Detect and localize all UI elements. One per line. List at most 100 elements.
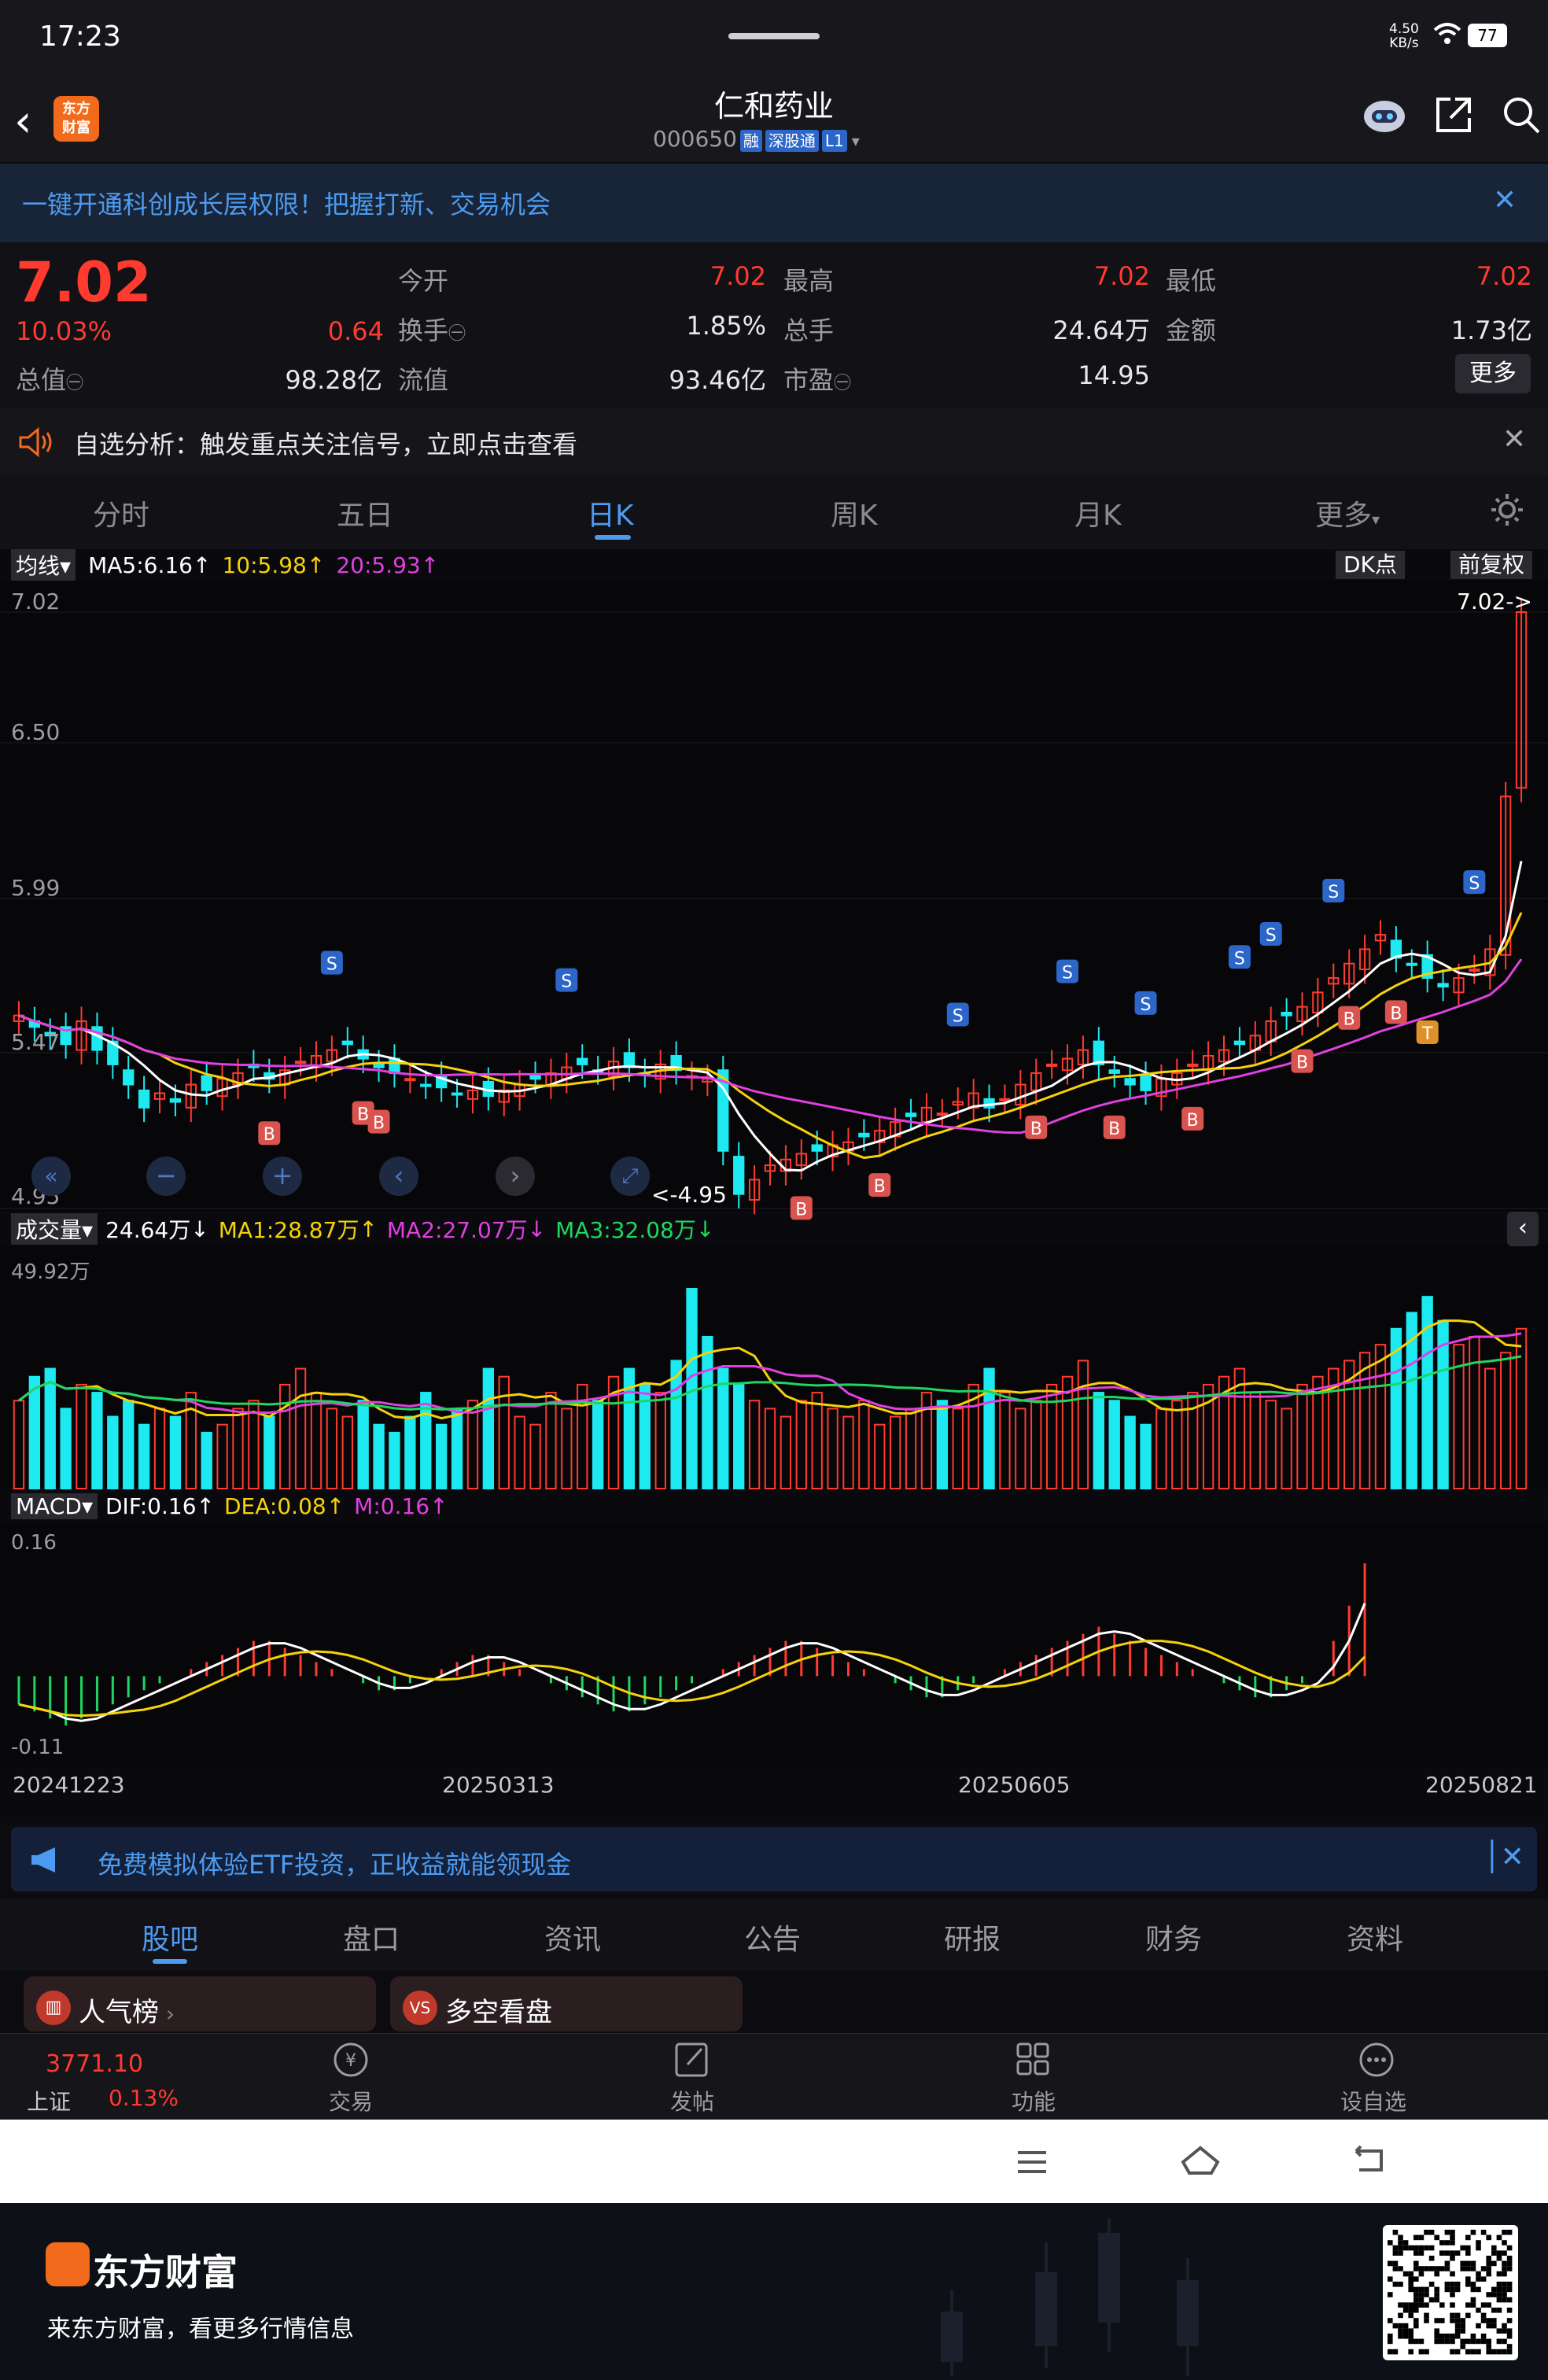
- ma-selector[interactable]: 均线▾: [11, 549, 76, 581]
- qr-module: [1434, 2234, 1439, 2241]
- qr-module: [1439, 2240, 1445, 2245]
- volume-bar: [169, 1415, 182, 1490]
- zoom-out-left-icon[interactable]: «: [31, 1157, 71, 1196]
- prev-icon[interactable]: ‹: [379, 1157, 418, 1196]
- qr-module: [1502, 2266, 1507, 2271]
- qr-module: [1465, 2282, 1471, 2287]
- ma20-value: 20:5.93: [336, 552, 421, 578]
- subtab-finance[interactable]: 财务: [1145, 1917, 1202, 1958]
- volume-bar: [702, 1335, 713, 1490]
- qr-module: [1506, 2318, 1513, 2323]
- more-options-icon[interactable]: [1354, 2039, 1399, 2080]
- qr-module: [1402, 2323, 1409, 2329]
- quote-label-pe: 市盈㊀: [783, 365, 852, 395]
- qr-module: [1454, 2250, 1461, 2256]
- back-nav-icon[interactable]: [1350, 2145, 1388, 2176]
- dk-point-button[interactable]: DK点: [1336, 551, 1405, 579]
- info-icon[interactable]: ㊀: [66, 374, 83, 393]
- qr-module: [1413, 2338, 1419, 2345]
- volume-bar: [1140, 1423, 1152, 1489]
- qr-module: [1413, 2260, 1419, 2267]
- index-value[interactable]: 3771.10: [46, 2050, 143, 2078]
- qr-module: [1408, 2286, 1413, 2293]
- settings-icon[interactable]: [1488, 491, 1526, 529]
- subtab-orderbook[interactable]: 盘口: [343, 1917, 400, 1958]
- candle: [123, 1069, 135, 1086]
- nav-functions[interactable]: 功能: [1012, 2085, 1056, 2116]
- post-icon[interactable]: [670, 2039, 714, 2080]
- expand-icon[interactable]: ⤢: [610, 1157, 650, 1196]
- next-icon[interactable]: ›: [496, 1157, 535, 1196]
- functions-icon[interactable]: [1012, 2039, 1056, 2080]
- qr-module: [1434, 2328, 1439, 2334]
- subtab-news[interactable]: 资讯: [544, 1917, 601, 1958]
- kline-chart[interactable]: BB BBBB B BBB BSSSSSSSS ST: [0, 549, 1548, 1817]
- info-icon[interactable]: ㊀: [834, 374, 851, 393]
- subtab-forum[interactable]: 股吧: [142, 1917, 198, 1958]
- qr-module: [1388, 2292, 1393, 2297]
- ma-legend[interactable]: 均线▾ MA5:6.16 ↑ 10:5.98 ↑ 20:5.93 ↑: [11, 549, 439, 581]
- quote-value-pe: 14.95: [1078, 360, 1150, 390]
- search-icon[interactable]: [1499, 93, 1543, 137]
- robot-assistant-icon[interactable]: [1361, 93, 1408, 137]
- zoom-minus-icon[interactable]: −: [146, 1157, 186, 1196]
- subtab-research[interactable]: 研报: [944, 1917, 1001, 1958]
- volume-bar: [1093, 1392, 1105, 1489]
- popularity-label[interactable]: 人气榜 ›: [79, 1991, 175, 2029]
- volume-selector[interactable]: 成交量▾: [11, 1213, 98, 1245]
- more-button[interactable]: 更多: [1455, 354, 1531, 393]
- trade-icon[interactable]: ¥: [329, 2039, 373, 2080]
- volume-legend[interactable]: 成交量▾ 24.64万 ↓ MA1:28.87万 ↑ MA2:27.07万 ↓ MA3…: [11, 1213, 714, 1245]
- popularity-card[interactable]: [24, 1976, 376, 2031]
- nav-add-watchlist[interactable]: 设自选: [1340, 2085, 1406, 2116]
- qr-module: [1465, 2260, 1471, 2267]
- candle: [201, 1075, 212, 1091]
- stock-name: 仁和药业: [713, 89, 834, 124]
- qr-module: [1480, 2230, 1487, 2235]
- tab-intraday[interactable]: 分时: [93, 493, 149, 533]
- macd-selector[interactable]: MACD▾: [11, 1493, 98, 1519]
- volume-bar: [373, 1423, 385, 1489]
- long-short-card[interactable]: [390, 1976, 743, 2031]
- quote-value-turnover: 1.85%: [686, 311, 766, 341]
- stock-code-row[interactable]: 000650 融深股通 L1 ▾: [653, 126, 860, 152]
- long-short-label[interactable]: 多空看盘: [445, 1991, 552, 2029]
- current-price: 7.02: [16, 250, 152, 315]
- close-icon[interactable]: │✕: [1484, 1841, 1524, 1873]
- signal-b-label: B: [373, 1114, 385, 1134]
- share-icon[interactable]: [1432, 93, 1476, 137]
- collapse-panel-icon[interactable]: ‹: [1507, 1212, 1539, 1246]
- menu-icon[interactable]: [1015, 2146, 1049, 2178]
- close-icon[interactable]: ✕: [1502, 423, 1526, 456]
- qr-module: [1465, 2312, 1471, 2319]
- qr-module: [1418, 2266, 1425, 2271]
- qr-module: [1408, 2349, 1413, 2355]
- tab-five-day[interactable]: 五日: [337, 493, 393, 533]
- tab-weekly-k[interactable]: 周K: [831, 493, 878, 533]
- info-icon[interactable]: ㊀: [448, 324, 466, 344]
- adjust-button[interactable]: 前复权: [1450, 551, 1533, 579]
- price-tick: 7.02: [11, 589, 61, 614]
- promo-text[interactable]: 一键开通科创成长层权限！把握打新、交易机会: [22, 185, 551, 221]
- tab-more[interactable]: 更多▾: [1315, 493, 1380, 533]
- home-icon[interactable]: [1180, 2143, 1221, 2178]
- tab-monthly-k[interactable]: 月K: [1074, 493, 1122, 533]
- subtab-indicator: [153, 1959, 187, 1964]
- tag-connect: 深股通: [765, 130, 819, 152]
- index-change[interactable]: 0.13%: [109, 2085, 179, 2111]
- signal-b-label: B: [1108, 1120, 1120, 1139]
- nav-trade[interactable]: 交易: [329, 2085, 373, 2116]
- zoom-plus-icon[interactable]: +: [263, 1157, 302, 1196]
- ad-text[interactable]: 免费模拟体验ETF投资，正收益就能领现金: [98, 1845, 571, 1881]
- nav-post[interactable]: 发帖: [670, 2085, 714, 2116]
- qr-module: [1476, 2349, 1481, 2355]
- close-icon[interactable]: ✕: [1493, 184, 1517, 216]
- tab-daily-k[interactable]: 日K: [587, 493, 634, 533]
- macd-legend[interactable]: MACD▾ DIF:0.16 ↑ DEA:0.08 ↑ M:0.16 ↑: [11, 1490, 448, 1522]
- qr-module: [1502, 2260, 1507, 2267]
- subtab-announcements[interactable]: 公告: [744, 1917, 801, 1958]
- qr-module: [1450, 2282, 1455, 2287]
- subtab-profile[interactable]: 资料: [1347, 1917, 1403, 1958]
- index-name[interactable]: 上证: [27, 2085, 71, 2116]
- alert-text[interactable]: 自选分析：触发重点关注信号，立即点击查看: [74, 425, 577, 461]
